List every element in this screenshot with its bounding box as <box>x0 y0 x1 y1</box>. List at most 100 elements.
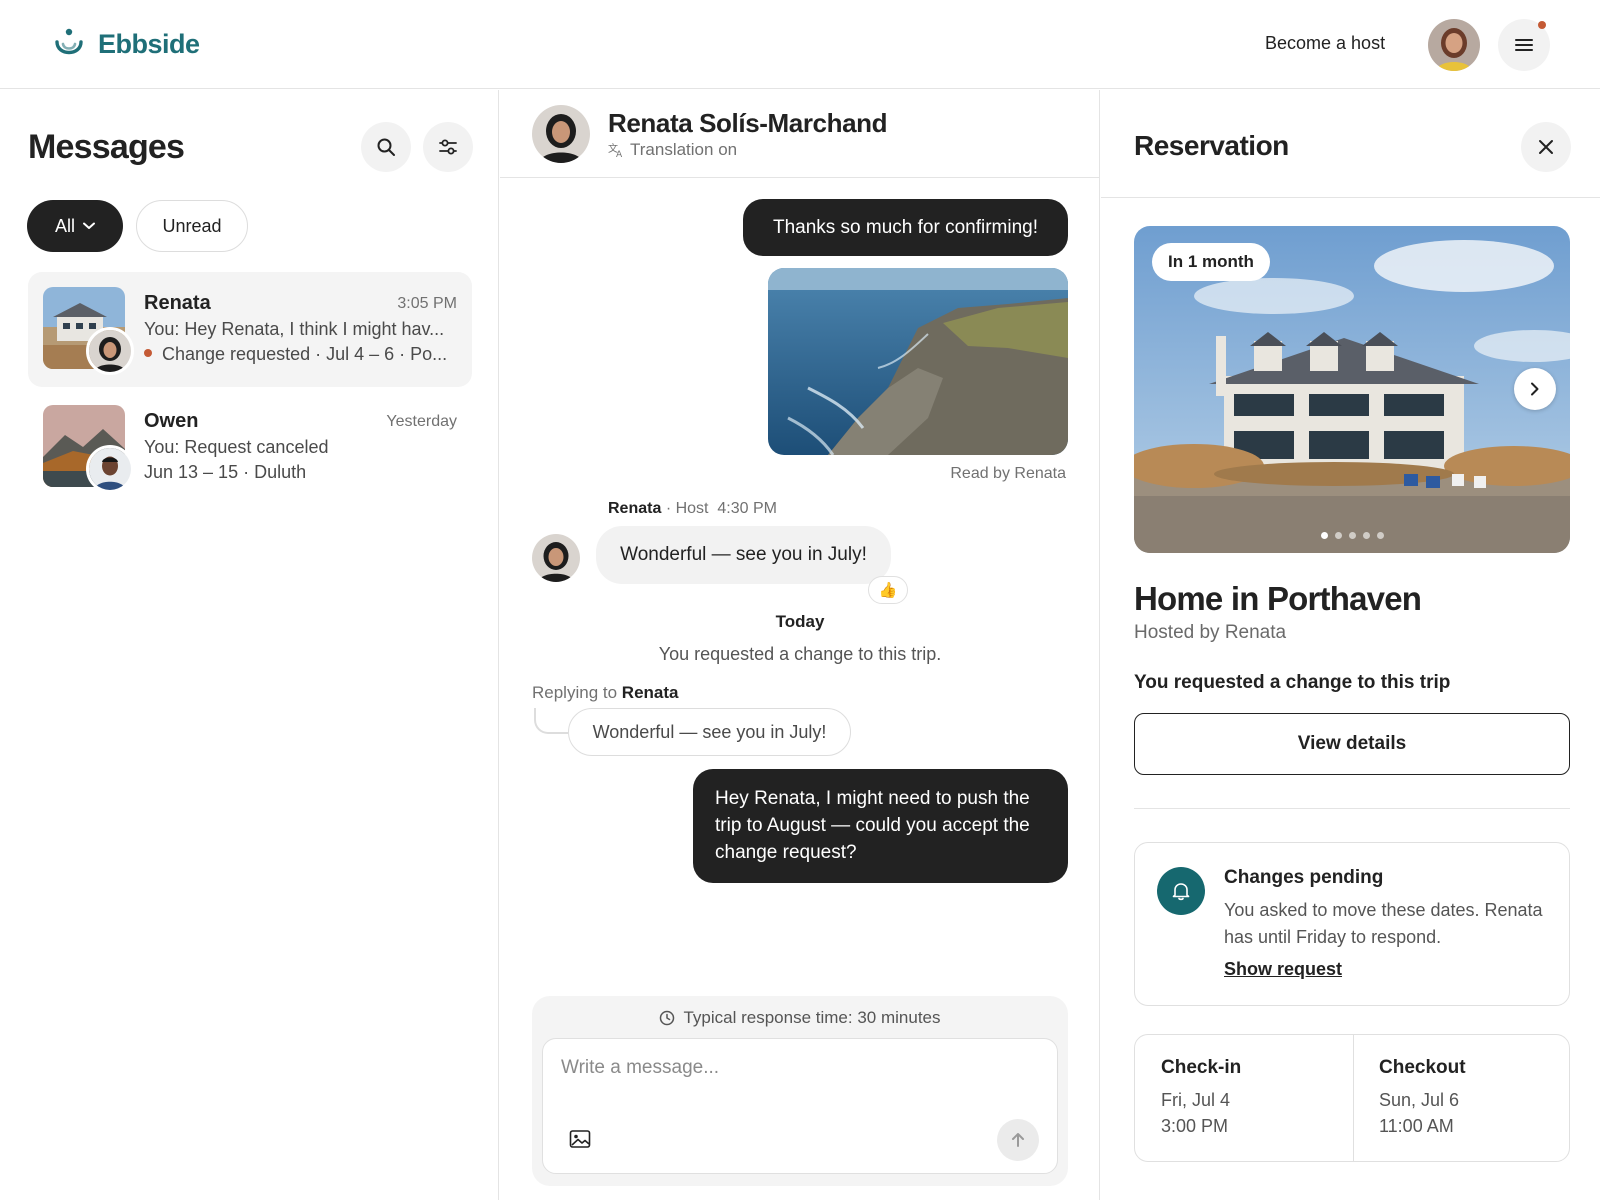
carousel-dot[interactable] <box>1362 532 1370 539</box>
search-button[interactable] <box>361 122 411 172</box>
sender-time: 4:30 PM <box>717 500 777 517</box>
sliders-icon <box>439 139 457 155</box>
response-time: Typical response time: 30 minutes <box>532 1008 1068 1028</box>
checkin-time: 3:00 PM <box>1161 1116 1229 1136</box>
status-dot <box>144 349 152 358</box>
change-request-note: You requested a change to this trip <box>1134 672 1451 693</box>
bell-icon-badge <box>1157 867 1205 915</box>
user-avatar[interactable] <box>1428 19 1480 71</box>
contact-avatar <box>86 445 134 493</box>
read-receipt: Read by Renata <box>950 465 1066 482</box>
message-bubble-outgoing: Hey Renata, I might need to push the tri… <box>693 769 1068 883</box>
pending-title: Changes pending <box>1224 867 1384 888</box>
checkin-label: Check-in <box>1161 1057 1242 1078</box>
conversation-name: Renata <box>144 292 211 314</box>
hamburger-icon <box>1515 39 1533 51</box>
translation-status: Translation on <box>630 140 738 159</box>
notification-dot <box>1538 21 1546 29</box>
carousel-dot[interactable] <box>1320 532 1328 539</box>
checkout-label: Checkout <box>1379 1057 1466 1078</box>
message-photo[interactable] <box>768 268 1068 455</box>
conversation-time: 3:05 PM <box>397 295 457 312</box>
view-details-button[interactable]: View details <box>1134 713 1570 775</box>
show-request-link[interactable]: Show request <box>1224 959 1342 980</box>
clock-icon <box>660 1010 675 1026</box>
reply-name: Renata <box>621 683 679 702</box>
filter-all-label: All <box>54 215 75 236</box>
system-message: You requested a change to this trip. <box>658 644 942 664</box>
chevron-right-icon <box>1531 382 1539 396</box>
conversation-time: Yesterday <box>386 413 457 430</box>
brand-name: Ebbside <box>98 28 200 59</box>
conversation-name: Owen <box>144 410 199 432</box>
listing-photo-carousel[interactable]: In 1 month <box>1134 226 1570 553</box>
conversation-item-renata[interactable]: Renata 3:05 PM You: Hey Renata, I think … <box>28 272 472 387</box>
sender-name: Renata <box>608 500 662 517</box>
carousel-dots <box>1134 532 1570 539</box>
chat-contact-name: Renata Solís-Marchand <box>608 108 888 138</box>
logo-icon <box>55 28 83 55</box>
quoted-message[interactable]: Wonderful — see you in July! <box>568 708 851 756</box>
become-host-link[interactable]: Become a host <box>1265 33 1385 54</box>
search-icon <box>377 138 395 156</box>
filter-unread-pill[interactable]: Unread <box>136 200 248 252</box>
chevron-down-icon <box>83 222 95 229</box>
sender-avatar[interactable] <box>532 534 580 582</box>
conversation-status: Change requested · Jul 4 – 6 · Po... <box>144 344 454 365</box>
reply-connector-line <box>534 708 568 734</box>
checkout-time: 11:00 AM <box>1379 1116 1454 1136</box>
carousel-dot[interactable] <box>1348 532 1356 539</box>
send-button[interactable] <box>997 1119 1039 1161</box>
divider <box>1134 808 1570 809</box>
inbox-title: Messages <box>28 128 185 166</box>
sender-role: · Host <box>665 500 709 517</box>
message-composer: Typical response time: 30 minutes Write … <box>532 996 1068 1186</box>
filter-all-pill[interactable]: All <box>27 200 123 252</box>
conversation-preview: You: Request canceled <box>144 437 329 457</box>
reply-context: Replying to Renata <box>532 683 678 703</box>
menu-button[interactable] <box>1498 19 1550 71</box>
attach-image-button[interactable] <box>569 1129 595 1155</box>
trip-dates-card: Check-in Fri, Jul 4 3:00 PM Checkout Sun… <box>1134 1034 1570 1162</box>
checkin-column: Check-in Fri, Jul 4 3:00 PM <box>1161 1057 1241 1139</box>
close-button[interactable] <box>1521 122 1571 172</box>
listing-title: Home in Porthaven <box>1134 580 1422 617</box>
filter-button[interactable] <box>423 122 473 172</box>
arrow-up-icon <box>1012 1133 1024 1147</box>
checkout-date: Sun, Jul 6 <box>1379 1090 1460 1110</box>
message-input-placeholder: Write a message... <box>561 1057 720 1078</box>
message-input[interactable]: Write a message... <box>542 1038 1058 1174</box>
changes-pending-card: Changes pending You asked to move these … <box>1134 842 1570 1006</box>
svg-text:A: A <box>616 150 623 158</box>
message-bubble-incoming: Wonderful — see you in July! <box>596 526 891 584</box>
carousel-dot[interactable] <box>1376 532 1384 539</box>
inbox-panel: Messages All Unread Renata 3:05 PM You: … <box>0 90 499 1200</box>
chat-panel: Renata Solís-Marchand 文 A Translation on… <box>500 90 1100 1200</box>
translate-icon: 文 A <box>608 142 623 158</box>
image-icon <box>569 1130 591 1148</box>
trip-timing-badge: In 1 month <box>1152 243 1270 281</box>
chat-contact-avatar[interactable] <box>532 105 590 163</box>
contact-avatar <box>86 327 134 375</box>
checkin-date: Fri, Jul 4 <box>1161 1090 1231 1110</box>
close-icon <box>1539 140 1553 154</box>
dates-divider <box>1353 1035 1354 1161</box>
brand-logo[interactable]: Ebbside <box>52 26 200 62</box>
carousel-dot[interactable] <box>1334 532 1342 539</box>
chat-header: Renata Solís-Marchand 文 A Translation on <box>500 90 1100 178</box>
conversation-status-text: Jun 13 – 15 · Duluth <box>144 462 307 482</box>
top-bar: Ebbside Become a host <box>0 0 1600 89</box>
user-avatar-image <box>1428 19 1480 71</box>
bell-icon <box>1172 883 1190 901</box>
next-photo-button[interactable] <box>1514 368 1556 410</box>
thumbs-up-reaction[interactable]: 👍 <box>868 576 908 604</box>
message-sender-meta: Renata · Host 4:30 PM <box>608 500 777 518</box>
pending-text: You asked to move these dates. Renata ha… <box>1224 900 1543 947</box>
response-time-text: Typical response time: 30 minutes <box>683 1008 941 1027</box>
reservation-title: Reservation <box>1134 130 1289 161</box>
conversation-status-text: Change requested · Jul 4 – 6 · Po... <box>162 344 448 364</box>
checkout-column: Checkout Sun, Jul 6 11:00 AM <box>1379 1057 1466 1139</box>
message-bubble-outgoing: Thanks so much for confirming! <box>743 199 1068 256</box>
translation-toggle[interactable]: 文 A Translation on <box>608 140 737 160</box>
conversation-item-owen[interactable]: Owen Yesterday You: Request canceled Jun… <box>28 390 472 505</box>
